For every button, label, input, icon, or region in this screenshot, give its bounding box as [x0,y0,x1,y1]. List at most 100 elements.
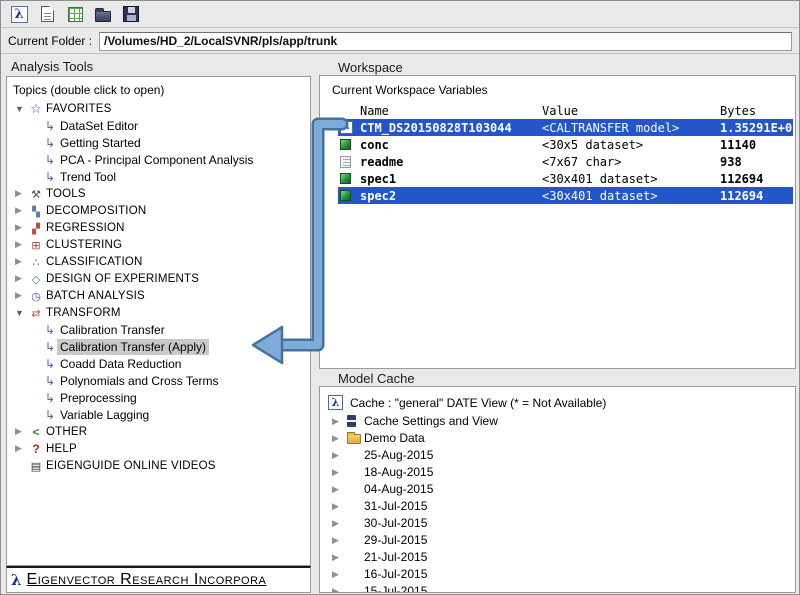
cache-item-18-aug-2015[interactable]: 18-Aug-2015 [320,463,795,480]
expand-icon[interactable] [332,535,339,546]
cache-item-15-jul-2015[interactable]: 15-Jul-2015 [320,582,795,593]
tree-item-classification[interactable]: CLASSIFICATION [7,253,310,270]
tree-item-clustering[interactable]: CLUSTERING [7,236,310,253]
cache-lambda-icon [328,395,343,410]
topics-hint: Topics (double click to open) [7,80,310,100]
save-button[interactable] [120,3,142,25]
variable-value: <30x401 dataset> [542,172,658,186]
column-header-bytes[interactable]: Bytes [720,104,756,118]
cache-item-label: 04-Aug-2015 [364,482,433,496]
branch-icon [45,119,60,133]
expand-icon[interactable] [332,467,339,478]
tree-item-trend-tool[interactable]: Trend Tool [7,168,310,185]
tree-item-batch-analysis[interactable]: BATCH ANALYSIS [7,287,310,304]
expand-icon[interactable] [332,416,339,427]
tree-item-getting-started[interactable]: Getting Started [7,134,310,151]
tree-item-transform[interactable]: TRANSFORM [7,304,310,321]
expand-icon[interactable] [15,239,28,250]
tree-item-design-of-experiments[interactable]: DESIGN OF EXPERIMENTS [7,270,310,287]
workspace-row-spec2[interactable]: spec2 <30x401 dataset> 112694 [338,187,793,204]
tree-item-variable-lagging[interactable]: Variable Lagging [7,406,310,423]
expand-icon[interactable] [15,205,28,216]
new-document-icon [41,6,54,22]
cache-item-settings[interactable]: Cache Settings and View [320,412,795,429]
tree-item-label: REGRESSION [46,222,125,234]
expand-icon[interactable] [332,433,339,444]
expand-icon[interactable] [332,450,339,461]
cache-item-demo-data[interactable]: Demo Data [320,429,795,446]
tree-item-calibration-transfer[interactable]: Calibration Transfer [7,321,310,338]
current-folder-input[interactable] [99,32,792,51]
variable-value: <30x401 dataset> [542,189,658,203]
cache-item-25-aug-2015[interactable]: 25-Aug-2015 [320,446,795,463]
expand-icon[interactable] [332,518,339,529]
variable-name: spec1 [360,172,396,186]
variable-value: <30x5 dataset> [542,138,643,152]
tree-item-favorites[interactable]: FAVORITES [7,100,310,117]
expand-icon[interactable] [332,552,339,563]
tree-item-polynomials-and-cross-terms[interactable]: Polynomials and Cross Terms [7,372,310,389]
cache-item-29-jul-2015[interactable]: 29-Jul-2015 [320,531,795,548]
tree-item-label: EIGENGUIDE ONLINE VIDEOS [46,460,216,472]
expand-icon[interactable] [332,501,339,512]
workspace-table-header: Name Value Bytes [320,102,795,119]
expand-icon[interactable] [15,256,28,267]
cache-item-16-jul-2015[interactable]: 16-Jul-2015 [320,565,795,582]
variable-name: conc [360,138,389,152]
cache-item-label: 25-Aug-2015 [364,448,433,462]
cache-item-31-jul-2015[interactable]: 31-Jul-2015 [320,497,795,514]
new-dataset-button[interactable] [64,3,86,25]
variable-bytes: 1.35291E+06 [720,121,796,135]
tree-item-label: DataSet Editor [60,119,138,133]
expand-icon[interactable] [332,484,339,495]
cache-item-label: Demo Data [364,431,425,445]
tree-item-regression[interactable]: REGRESSION [7,219,310,236]
workspace-row-ctm[interactable]: CTM_DS20150828T103044 <CALTRANSFER model… [338,119,793,136]
tree-item-preprocessing[interactable]: Preprocessing [7,389,310,406]
column-header-name[interactable]: Name [360,104,389,118]
expand-icon[interactable] [332,569,339,580]
help-icon [28,442,44,456]
tree-item-label: DECOMPOSITION [46,205,146,217]
tree-item-label: Trend Tool [60,170,116,184]
branch-icon [45,153,60,167]
cache-item-label: 16-Jul-2015 [364,567,427,581]
expand-icon[interactable] [15,426,28,437]
app-window: Current Folder : Analysis Tools Workspac… [0,0,800,595]
tree-item-eigenguide-online-videos[interactable]: EIGENGUIDE ONLINE VIDEOS [7,457,310,474]
new-document-button[interactable] [36,3,58,25]
collapse-icon[interactable] [15,308,28,318]
open-button[interactable] [92,3,114,25]
expand-icon[interactable] [15,443,28,454]
tree-item-help[interactable]: HELP [7,440,310,457]
expand-icon[interactable] [15,222,28,233]
tree-item-calibration-transfer-apply[interactable]: Calibration Transfer (Apply) [7,338,310,355]
save-disk-icon [123,6,139,22]
column-header-value[interactable]: Value [542,104,578,118]
expand-icon[interactable] [332,586,339,593]
app-lambda-icon [11,6,28,23]
cache-item-21-jul-2015[interactable]: 21-Jul-2015 [320,548,795,565]
tree-item-decomposition[interactable]: DECOMPOSITION [7,202,310,219]
char-variable-icon [340,156,351,168]
tree-item-coadd-data-reduction[interactable]: Coadd Data Reduction [7,355,310,372]
favorites-star-icon [28,101,44,117]
tree-item-other[interactable]: OTHER [7,423,310,440]
tree-item-pca[interactable]: PCA - Principal Component Analysis [7,151,310,168]
cache-item-30-jul-2015[interactable]: 30-Jul-2015 [320,514,795,531]
workspace-row-readme[interactable]: readme <7x67 char> 938 [338,153,793,170]
tree-item-label: Getting Started [60,136,141,150]
workspace-row-spec1[interactable]: spec1 <30x401 dataset> 112694 [338,170,793,187]
expand-icon[interactable] [15,290,28,301]
toolbar [1,1,799,28]
expand-icon[interactable] [15,188,28,199]
workspace-row-conc[interactable]: conc <30x5 dataset> 11140 [338,136,793,153]
collapse-icon[interactable] [15,104,28,114]
cache-item-04-aug-2015[interactable]: 04-Aug-2015 [320,480,795,497]
expand-icon[interactable] [15,273,28,284]
app-lambda-button[interactable] [8,3,30,25]
tree-item-dataset-editor[interactable]: DataSet Editor [7,117,310,134]
variable-name: spec2 [360,189,396,203]
other-icon [28,425,44,439]
tree-item-tools[interactable]: TOOLS [7,185,310,202]
